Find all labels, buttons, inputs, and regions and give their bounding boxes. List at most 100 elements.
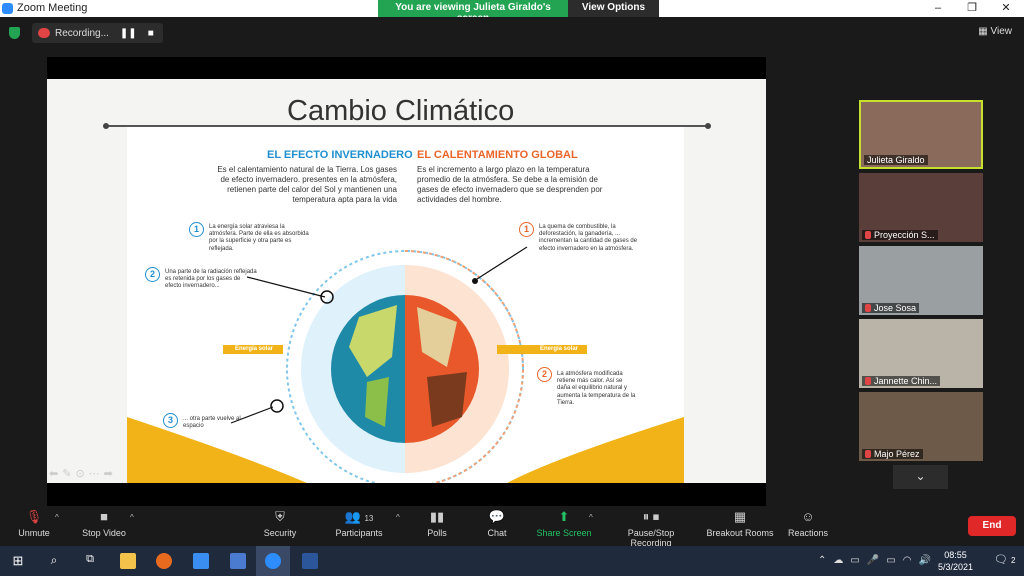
task-view-icon[interactable]: ⧉: [82, 553, 98, 569]
share-options-caret[interactable]: ^: [589, 513, 593, 522]
participant-name-label: Jose Sosa: [874, 303, 917, 313]
share-screen-icon: ⬆: [558, 509, 570, 524]
polls-button[interactable]: ▮▮ Polls: [422, 509, 452, 538]
next-slide-icon[interactable]: ➡: [104, 467, 113, 480]
app-title-group: Zoom Meeting: [2, 2, 87, 14]
unmute-button[interactable]: 🎙 Unmute: [14, 509, 54, 538]
pause-recording-label: Pause/Stop Recording: [627, 528, 675, 548]
shared-screen: Cambio Climático EL EFECTO INVERNADERO E…: [47, 57, 766, 506]
reactions-label: Reactions: [788, 528, 829, 538]
firefox-icon[interactable]: [156, 553, 172, 569]
window-title: Zoom Meeting: [17, 2, 88, 14]
pen-icon[interactable]: ✎: [62, 467, 71, 480]
notifications-icon[interactable]: 🗨 2: [994, 553, 1015, 566]
audio-options-caret[interactable]: ^: [55, 513, 59, 522]
participants-options-caret[interactable]: ^: [396, 513, 400, 522]
left-heading: EL EFECTO INVERNADERO: [267, 149, 413, 161]
security-button[interactable]: ⛨ Security: [260, 509, 300, 538]
volume-icon[interactable]: 🔊: [918, 555, 930, 566]
participant-count: 13: [364, 514, 374, 523]
participants-icon: 👥 13: [344, 509, 374, 524]
participant-name: Jose Sosa: [862, 303, 920, 313]
minimize-icon[interactable]: –: [921, 0, 955, 17]
stop-video-button[interactable]: ■ Stop Video: [78, 509, 130, 538]
system-tray: ⌃ ☁ ▭ 🎤 ▭ ◠ 🔊: [818, 555, 931, 566]
stop-record-icon[interactable]: ■: [148, 28, 154, 39]
muted-mic-icon: [865, 377, 871, 385]
participant-tile[interactable]: Julieta Giraldo: [859, 100, 983, 169]
search-icon[interactable]: ⌕: [46, 553, 62, 569]
word-icon[interactable]: [302, 553, 318, 569]
presentation-slide: Cambio Climático EL EFECTO INVERNADERO E…: [47, 79, 766, 483]
participant-tile[interactable]: Jose Sosa: [859, 246, 983, 315]
stop-video-label: Stop Video: [82, 528, 126, 538]
security-label: Security: [263, 528, 297, 538]
previous-slide-icon[interactable]: ⬅: [49, 467, 58, 480]
chat-button[interactable]: 💬 Chat: [484, 509, 510, 538]
participant-name: Julieta Giraldo: [864, 155, 928, 165]
participants-label: Participants: [335, 528, 383, 538]
breakout-rooms-button[interactable]: ▦ Breakout Rooms: [706, 509, 774, 538]
battery-icon[interactable]: ▭: [886, 555, 895, 566]
step-3-badge: 3: [163, 413, 178, 428]
cloud-record-icon: [38, 28, 50, 38]
step-1-badge: 1: [189, 222, 204, 237]
gallery-scroll-down-button[interactable]: ⌄: [893, 465, 948, 489]
meeting-controls: 🎙 Unmute ^ ■ Stop Video ^ ⛨ Security 👥 13 Pa…: [0, 506, 1024, 548]
windows-start-icon[interactable]: ⊞: [10, 553, 26, 569]
share-banner: You are viewing Julieta Giraldo's screen…: [378, 0, 659, 24]
participant-name-label: Jannette Chin...: [874, 376, 938, 386]
right-solar-label: Energía solar: [540, 346, 579, 352]
reactions-button[interactable]: ☺ Reactions: [788, 509, 828, 538]
chevron-down-icon: ⌄: [915, 469, 926, 483]
end-meeting-button[interactable]: End: [968, 516, 1016, 536]
window-titlebar: Zoom Meeting You are viewing Julieta Gir…: [0, 0, 1024, 24]
participant-name: Majo Pérez: [862, 449, 923, 459]
video-camera-icon: ■: [100, 509, 108, 524]
zoom-taskbar-icon[interactable]: [265, 553, 281, 569]
muted-mic-icon: [865, 450, 871, 458]
right-description: Es el incremento a largo plazo en la tem…: [417, 165, 603, 204]
smiley-icon: ☺: [801, 509, 815, 524]
participant-tile[interactable]: Jannette Chin...: [859, 319, 983, 388]
video-options-caret[interactable]: ^: [130, 513, 134, 522]
slideshow-toolbar: ⬅ ✎ ⊙ ⋯ ➡: [49, 467, 113, 480]
step-2-badge: 2: [145, 267, 160, 282]
left-note-3: ... otra parte vuelve al espacio: [183, 416, 241, 430]
show-hidden-icons-icon[interactable]: ⌃: [818, 555, 826, 566]
view-button[interactable]: ▦ View: [978, 26, 1012, 37]
more-options-icon[interactable]: ⋯: [89, 467, 100, 480]
restore-icon[interactable]: ❐: [955, 0, 989, 17]
clock-date: 5/3/2021: [938, 562, 974, 572]
encryption-shield-icon[interactable]: [9, 27, 20, 39]
step-1-right-badge: 1: [519, 222, 534, 237]
pause-stop-recording-button[interactable]: ⏸ ⏹ Pause/Stop Recording: [606, 509, 696, 548]
pause-record-icon[interactable]: ❚❚: [120, 28, 137, 39]
close-icon[interactable]: ✕: [989, 0, 1023, 17]
muted-microphone-icon: 🎙: [25, 509, 43, 524]
participant-name: Proyección S...: [862, 230, 938, 240]
meet-now-icon[interactable]: ▭: [850, 555, 859, 566]
participant-tile[interactable]: Majo Pérez: [859, 392, 983, 461]
share-screen-button[interactable]: ⬆ Share Screen: [536, 509, 592, 538]
network-app-icon[interactable]: [230, 553, 246, 569]
recording-label: Recording...: [55, 27, 109, 39]
zoom-slide-icon[interactable]: ⊙: [75, 467, 84, 480]
step-2-right-badge: 2: [537, 367, 552, 382]
breakout-rooms-icon: ▦: [733, 509, 747, 524]
clock[interactable]: 08:55 5/3/2021: [938, 549, 973, 573]
dropbox-icon[interactable]: [193, 553, 209, 569]
windows-taskbar: ⊞ ⌕ ⧉ ⌃ ☁ ▭ 🎤 ▭ ◠ 🔊 08:55 5/3/2021 🗨 2: [0, 546, 1024, 576]
right-heading: EL CALENTAMIENTO GLOBAL: [417, 149, 578, 161]
breakout-label: Breakout Rooms: [706, 528, 774, 538]
microphone-icon[interactable]: 🎤: [867, 555, 879, 566]
recording-indicator: Recording... ❚❚ ■: [32, 23, 163, 43]
view-options-button[interactable]: View Options ⌄: [568, 0, 659, 24]
file-explorer-icon[interactable]: [120, 553, 136, 569]
polls-label: Polls: [427, 528, 447, 538]
participants-button[interactable]: 👥 13 Participants: [334, 509, 384, 538]
wifi-icon[interactable]: ◠: [903, 555, 912, 566]
left-note-2: Una parte de la radiación reflejada es r…: [165, 269, 257, 290]
participant-tile[interactable]: Proyección S...: [859, 173, 983, 242]
onedrive-icon[interactable]: ☁: [833, 555, 843, 566]
